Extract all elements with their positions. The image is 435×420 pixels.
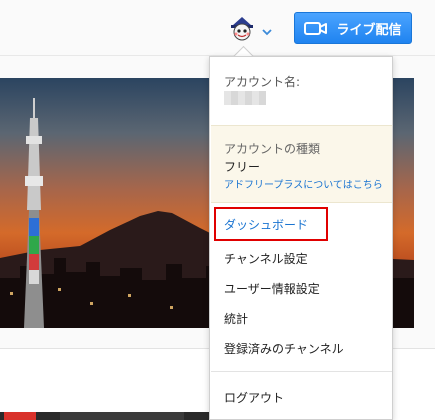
- page: ライブ配信 アカウント名: アカウントの種類 フリー アドフリープラスについては…: [0, 0, 435, 420]
- account-type-value: フリー: [224, 160, 261, 174]
- video-camera-icon: [304, 20, 328, 36]
- top-header: ライブ配信: [0, 0, 435, 56]
- menu-divider: [211, 371, 392, 372]
- menu-item-subscribed-channels[interactable]: 登録済みのチャンネル: [224, 339, 344, 359]
- live-broadcast-button[interactable]: ライブ配信: [294, 12, 412, 44]
- menu-item-channel-settings[interactable]: チャンネル設定: [224, 249, 308, 269]
- account-dropdown-menu: アカウント名: •••••• アカウントの種類 フリー アドフリープラスについて…: [209, 56, 393, 420]
- menu-item-user-settings[interactable]: ユーザー情報設定: [224, 279, 320, 299]
- account-type-panel: アカウントの種類 フリー アドフリープラスについてはこちら: [211, 125, 392, 203]
- menu-item-logout[interactable]: ログアウト: [224, 389, 284, 406]
- account-type-label: アカウントの種類: [224, 142, 321, 156]
- menu-item-statistics[interactable]: 統計: [224, 309, 248, 329]
- adfree-plus-link[interactable]: アドフリープラスについてはこちら: [224, 176, 383, 191]
- live-button-label: ライブ配信: [336, 22, 402, 38]
- account-name-value: ••••••: [224, 91, 266, 105]
- account-name-label: アカウント名:: [224, 75, 301, 89]
- menu-item-dashboard[interactable]: ダッシュボード: [224, 215, 308, 235]
- chevron-down-icon[interactable]: [262, 22, 272, 36]
- video-thumbnail[interactable]: [60, 412, 184, 420]
- avatar-icon[interactable]: [228, 14, 256, 42]
- thumbnail-badge: [4, 412, 36, 420]
